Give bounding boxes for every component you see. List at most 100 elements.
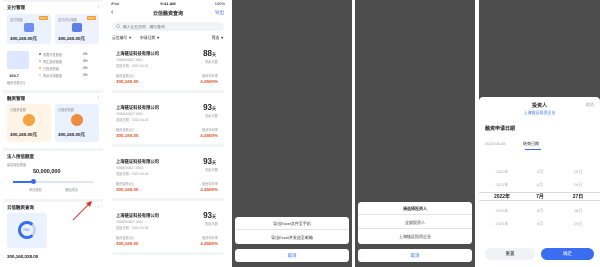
company-name: 上海链证科技有限公司 xyxy=(116,105,159,110)
status-time: 9:41 AM xyxy=(160,1,176,6)
company-name: 上海链证科技有限公司 xyxy=(116,213,159,218)
cancel-button[interactable]: 取消 xyxy=(235,249,349,262)
wheel-option: 9月 xyxy=(536,221,544,226)
month-wheel[interactable]: 5月 6月 7月 8月 9月 xyxy=(525,165,555,230)
status-battery: 100% xyxy=(214,1,225,6)
days-value: 93天 xyxy=(203,211,216,220)
payment-card-2[interactable]: 支付成功笔数 2022 300,160.00元 xyxy=(55,14,99,44)
days-value: 88天 xyxy=(203,49,216,58)
legend-list: 重要开发额度 0% 再生投资额度 0% 已投资额度 0% 剩余可用额度 0% xyxy=(39,52,97,86)
reset-button[interactable]: 重置 xyxy=(485,248,535,260)
investor-name: 上海链证投资企业 xyxy=(523,110,556,115)
export-sheet-screen: 导出Excel文件至手机 导出Excel并发送至邮箱 取消 xyxy=(232,0,352,267)
credit-label: 最高授信额度 xyxy=(7,163,27,167)
card-amount: 300,160.00元 xyxy=(10,132,38,137)
section-title: 支付管理 xyxy=(7,5,25,10)
filter-code[interactable]: 云信编号 ▼ xyxy=(112,36,132,41)
rate-value: 4.4500% xyxy=(200,133,218,138)
cancel-button[interactable]: 取消 xyxy=(358,249,472,262)
picker-sheet: 投资人 取消 上海链证投资企业 融资申请日期 2022-05-05 结束日期 2… xyxy=(479,97,600,267)
year-wheel[interactable]: 2020年 2021年 2022年 2023年 2024年 xyxy=(487,165,517,230)
wheel-option: 25日 xyxy=(573,169,583,174)
company-name: 上海链证科技有限公司 xyxy=(116,159,159,164)
search-icon xyxy=(116,23,121,29)
finance-card-2[interactable]: 已融资笔数 300,160.00元 xyxy=(55,104,99,142)
section-title: 融资申请日期 xyxy=(485,126,516,132)
progress-fill xyxy=(13,181,33,183)
credit-sub: 授信成功 xyxy=(65,188,78,192)
rate-value: 4.4500% xyxy=(200,79,218,84)
legend-item: 重要开发额度 xyxy=(43,53,63,57)
wheel-option: 2021年 xyxy=(495,182,509,187)
date-picker-screen: 投资人 取消 上海链证投资企业 融资申请日期 2022-05-05 结束日期 2… xyxy=(479,0,600,267)
card-label: 支付成功笔数 xyxy=(58,18,78,22)
wheel-option: 26日 xyxy=(573,182,583,187)
card-label: 支付额度 xyxy=(10,18,23,22)
finance-section: 融资管理 › 已融资金额 300,160.00元 已融资笔数 300,160.0… xyxy=(3,93,103,148)
chevron-right-icon[interactable]: › xyxy=(97,4,99,10)
legend-value: 0% xyxy=(83,73,88,77)
wheel-option: 2023年 xyxy=(495,208,509,213)
search-input[interactable] xyxy=(123,22,218,31)
investor-option[interactable]: 上海链证投资企业 xyxy=(358,230,472,243)
all-investors-option[interactable]: 全部投资人 xyxy=(358,216,472,229)
end-date-tab[interactable]: 结束日期 xyxy=(523,141,539,147)
progress-knob xyxy=(31,179,36,184)
list-item[interactable]: 上海链证科技有限公司 YKB8000627-0001 发起日期：2022-04-… xyxy=(112,47,224,93)
nav-bar: ‹ 云信融资查询 导出 xyxy=(106,9,230,19)
annotation-arrow-icon xyxy=(72,201,92,221)
chevron-right-icon[interactable]: › xyxy=(97,204,99,210)
filter-date[interactable]: 申请日期 ▼ xyxy=(140,36,160,41)
wheel-option: 28日 xyxy=(573,208,583,213)
amount-value: 300,160.00 xyxy=(116,79,139,84)
chevron-right-icon[interactable]: › xyxy=(97,95,99,101)
close-button[interactable]: 取消 xyxy=(586,102,594,108)
card-label: 已融资笔数 xyxy=(58,108,74,112)
card-amount: 300,160.00元 xyxy=(10,36,38,41)
legend-value: 0% xyxy=(83,66,88,70)
payment-card-1[interactable]: 支付额度 2022 300,160.00元 xyxy=(7,14,51,44)
donut-card[interactable]: 75% xyxy=(7,213,47,248)
rate-label: 融资年利率 xyxy=(202,182,218,186)
total-value: 103.7 xyxy=(9,73,20,78)
wheel-option: 29日 xyxy=(573,221,583,226)
list-item[interactable]: 上海链证科技有限公司 YKB8000627-0002 发起日期：2022-04-… xyxy=(112,101,224,147)
legend-item: 已投资额度 xyxy=(43,67,59,71)
filter-bar: 云信编号 ▼ 申请日期 ▼ 筛选 ▼ xyxy=(112,36,224,42)
chart-icon xyxy=(72,23,82,32)
year-badge: 2022 xyxy=(87,16,96,20)
query-screen: iPad 9:41 AM 100% ‹ 云信融资查询 导出 云信编号 ▼ 申请日… xyxy=(106,0,230,267)
status-bar: iPad 9:41 AM 100% xyxy=(106,1,230,7)
rate-label: 融资年利率 xyxy=(202,236,218,240)
search-bar[interactable] xyxy=(112,22,224,31)
wheel-selected: 7月 xyxy=(536,194,544,200)
day-wheel[interactable]: 25日 26日 27日 28日 29日 xyxy=(563,165,593,230)
days-label: 剩余天数 xyxy=(205,60,218,64)
list-item[interactable]: 上海链证科技有限公司 YKB8000627-0004 发起日期：2022-04-… xyxy=(112,209,224,255)
start-date[interactable]: 2022-05-05 xyxy=(485,141,505,146)
export-button[interactable]: 导出 xyxy=(215,10,224,16)
amount-label: 融资金额(元) xyxy=(116,236,135,240)
export-to-email-option[interactable]: 导出Excel并发送至邮箱 xyxy=(235,231,349,244)
export-to-phone-option[interactable]: 导出Excel文件至手机 xyxy=(235,217,349,230)
finance-card-1[interactable]: 已融资金额 300,160.00元 xyxy=(7,104,51,142)
amount-label: 融资金额(元) xyxy=(116,74,135,78)
progress-track xyxy=(13,181,93,183)
legend-value: 0% xyxy=(83,59,88,63)
rate-label: 融资年利率 xyxy=(202,74,218,78)
list-item[interactable]: 上海链证科技有限公司 YKB8000627-0003 发起日期：2022-04-… xyxy=(112,155,224,201)
legend-value: 0% xyxy=(83,52,88,56)
confirm-button[interactable]: 确定 xyxy=(541,248,594,260)
item-date: 发起日期：2022-04-03 xyxy=(116,172,149,176)
investor-sheet-screen: 请选择投资人 全部投资人 上海链证投资企业 取消 xyxy=(355,0,475,267)
wheel-option: 2024年 xyxy=(495,221,509,226)
item-date: 发起日期：2022-04-03 xyxy=(116,64,149,68)
item-code: YKB8000627-0003 xyxy=(116,166,143,170)
dashboard-panel: 支付管理 › 支付额度 2022 300,160.00元 支付成功笔数 2022… xyxy=(3,0,103,267)
rate-value: 4.4500% xyxy=(200,187,218,192)
days-label: 剩余天数 xyxy=(205,168,218,172)
rate-label: 融资年利率 xyxy=(202,128,218,132)
wheel-selected: 27日 xyxy=(572,194,584,200)
section-title: 云信融资查询 xyxy=(7,205,34,210)
filter-more[interactable]: 筛选 ▼ xyxy=(212,36,224,41)
